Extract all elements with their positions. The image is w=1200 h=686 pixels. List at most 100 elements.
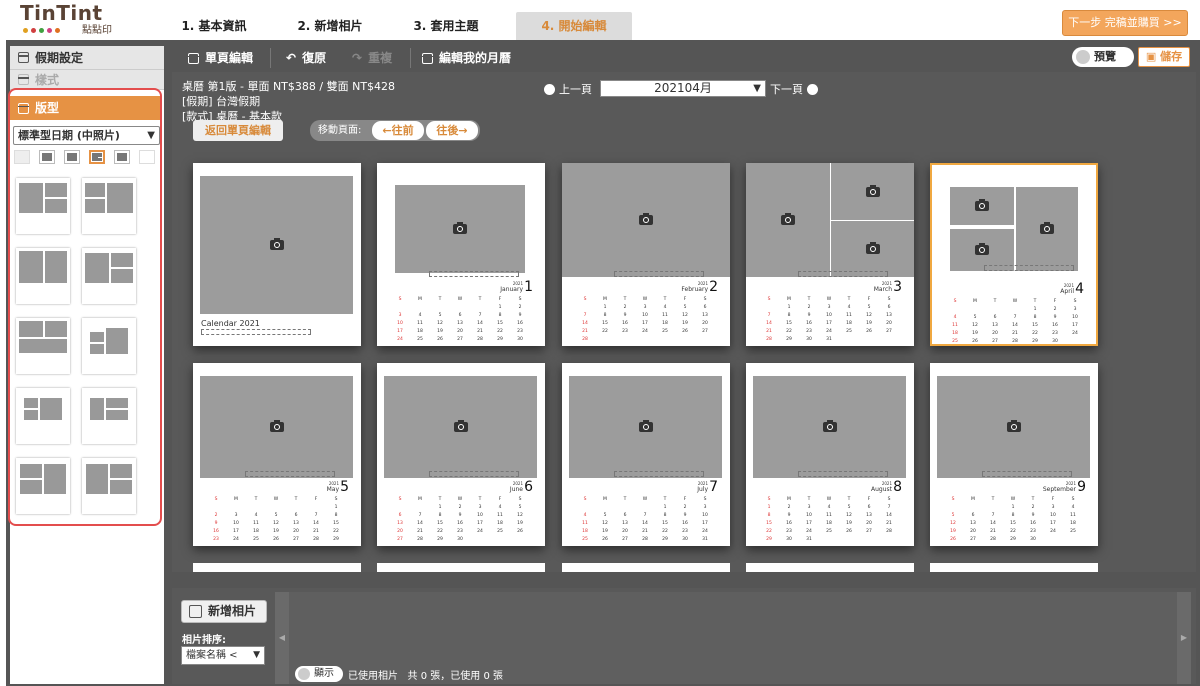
weekday-label: M <box>971 497 975 502</box>
month-page-card[interactable]: 2021 July 7 S M T W T F S 1 2 3 4 5 6 7 8 9 10 11 12 13 14 15 16 1… <box>562 363 730 546</box>
weekday-label: T <box>438 297 442 302</box>
month-name: September <box>1042 486 1076 493</box>
strip-left-icon[interactable]: ◀ <box>275 592 289 684</box>
prev-page-button[interactable]: 上一頁 <box>544 81 592 97</box>
photo-slot[interactable] <box>753 376 906 478</box>
weekday-label: W <box>457 297 463 302</box>
month-select[interactable]: 202104月 ▼ <box>600 80 766 97</box>
day-cell <box>968 505 978 513</box>
text-box[interactable] <box>614 271 704 277</box>
day-cell: 20 <box>702 321 708 326</box>
day-cell: 8 <box>498 313 502 318</box>
camera-icon <box>1040 222 1054 234</box>
text-box[interactable] <box>982 471 1072 477</box>
weekday-label: S <box>398 297 402 302</box>
day-cell: 26 <box>517 529 523 534</box>
holiday-settings[interactable]: 假期設定 <box>10 46 164 70</box>
photo-slot[interactable] <box>950 187 1014 225</box>
month-page-card[interactable]: 2021 April 4 S M T W T F S 1 2 3 4 5 6 7 8 9 10 11 12 13 14 15 16… <box>930 163 1098 346</box>
single-page-edit-button[interactable]: 單頁編輯 <box>188 46 253 70</box>
sort-select[interactable]: 檔案名稱 < ▼ <box>181 646 265 665</box>
day-cell: 7 <box>418 513 422 518</box>
edit-my-calendar-button[interactable]: 編輯我的月曆 <box>422 46 511 70</box>
photo-slot[interactable] <box>395 185 525 273</box>
photo-slot[interactable] <box>831 163 914 220</box>
day-cell <box>580 505 590 513</box>
day-cell: 21 <box>582 329 588 334</box>
day-cell: 13 <box>702 313 708 318</box>
text-box[interactable] <box>798 271 888 277</box>
page-card-partial[interactable] <box>746 563 914 572</box>
photo-slot[interactable] <box>569 376 722 478</box>
day-cell: 7 <box>314 513 318 518</box>
photo-slot[interactable] <box>562 163 730 277</box>
month-page-card[interactable]: 2021 August 8 S M T W T F S 1 2 3 4 5 6 7 8 9 10 11 12 13 14 15 1… <box>746 363 914 546</box>
day-cell: 10 <box>702 513 708 518</box>
add-photo-button[interactable]: 新增相片 <box>181 600 267 623</box>
day-cell: 12 <box>273 521 279 526</box>
month-page-card[interactable]: 2021 February 2 S M T W T F S 1 2 3 4 5 6 7 8 9 10 11 12 13 14 1… <box>562 163 730 346</box>
camera-icon <box>639 213 653 225</box>
toolbar: 單頁編輯 ↶ 復原 ↷ 重複 編輯我的月曆 <box>172 46 1196 70</box>
day-cell: 5 <box>438 313 442 318</box>
back-to-single-edit-button[interactable]: 返回單頁編輯 <box>193 120 283 141</box>
photo-slot[interactable] <box>746 163 830 277</box>
step-3[interactable]: 3. 套用主題 <box>392 12 500 40</box>
photo-slot[interactable] <box>200 376 353 478</box>
step-1[interactable]: 1. 基本資訊 <box>160 12 268 40</box>
step-2[interactable]: 2. 新增相片 <box>268 12 392 40</box>
day-cell <box>495 537 505 545</box>
step-4[interactable]: 4. 開始編輯 <box>516 12 632 40</box>
month-page-card[interactable]: 2021 June 6 S M T W T F S 1 2 3 4 5 6 7 8 9 10 11 12 13 14 15 16 1… <box>377 363 545 546</box>
day-cell: 20 <box>866 521 872 526</box>
day-cell <box>475 305 485 313</box>
day-cell: 17 <box>1072 323 1078 328</box>
text-box[interactable] <box>798 471 888 477</box>
text-box[interactable] <box>245 471 335 477</box>
day-cell: 29 <box>497 337 503 342</box>
page-card-partial[interactable] <box>562 563 730 572</box>
photo-slot[interactable] <box>384 376 537 478</box>
month-page-card[interactable]: 2021 September 9 S M T W T F S 1 2 3 4 5 6 7 8 9 10 11 12 13 14… <box>930 363 1098 546</box>
day-cell: 10 <box>1072 315 1078 320</box>
save-button[interactable]: ▣ 儲存 <box>1138 47 1190 67</box>
page-card-partial[interactable] <box>377 563 545 572</box>
day-cell <box>950 307 960 315</box>
move-next-button[interactable]: 往後→ <box>426 121 478 140</box>
cover-page-card[interactable]: Calendar 2021 <box>193 163 361 346</box>
text-box[interactable] <box>429 271 519 277</box>
photo-slot[interactable] <box>831 221 914 277</box>
undo-button[interactable]: ↶ 復原 <box>286 46 326 70</box>
brand-logo[interactable]: TinTint 點點印 <box>20 2 120 38</box>
month-page-card[interactable]: 2021 May 5 S M T W T F S 1 2 3 4 5 6 7 8 9 10 11 12 13 14 15 16 17… <box>193 363 361 546</box>
day-cell: 15 <box>437 521 443 526</box>
day-cell <box>600 505 610 513</box>
photo-slot[interactable] <box>1016 187 1078 271</box>
text-box[interactable] <box>984 265 1074 271</box>
style-section[interactable]: 樣式 <box>10 70 164 90</box>
day-cell: 15 <box>1032 323 1038 328</box>
day-cell <box>948 505 958 513</box>
photo-slot[interactable] <box>937 376 1090 478</box>
page-card-partial[interactable] <box>193 563 361 572</box>
move-prev-button[interactable]: ←往前 <box>372 121 424 140</box>
month-page-card[interactable]: 2021 January 1 S M T W T F S 1 2 3 4 5 6 7 8 9 10 11 12 13 14 15… <box>377 163 545 346</box>
strip-right-icon[interactable]: ▶ <box>1177 592 1191 684</box>
photo-slot[interactable] <box>200 176 353 314</box>
day-cell: 15 <box>602 321 608 326</box>
month-page-card[interactable]: 2021 March 3 S M T W T F S 1 2 3 4 5 6 7 8 9 10 11 12 13 14 15 16… <box>746 163 914 346</box>
day-cell: 14 <box>886 513 892 518</box>
text-box[interactable] <box>429 471 519 477</box>
day-cell: 8 <box>603 313 607 318</box>
preview-toggle[interactable]: 預覽 <box>1072 47 1134 67</box>
day-cell: 21 <box>642 529 648 534</box>
text-box[interactable] <box>201 329 311 335</box>
redo-button[interactable]: ↷ 重複 <box>352 46 392 70</box>
day-cell: 22 <box>1010 529 1016 534</box>
next-page-button[interactable]: 下一頁 <box>770 81 818 97</box>
text-box[interactable] <box>614 471 704 477</box>
next-step-button[interactable]: 下一步 完稿並購買 >> <box>1062 10 1188 36</box>
day-cell: 3 <box>807 505 811 510</box>
show-used-toggle[interactable]: 顯示 <box>295 666 343 682</box>
page-card-partial[interactable] <box>930 563 1098 572</box>
